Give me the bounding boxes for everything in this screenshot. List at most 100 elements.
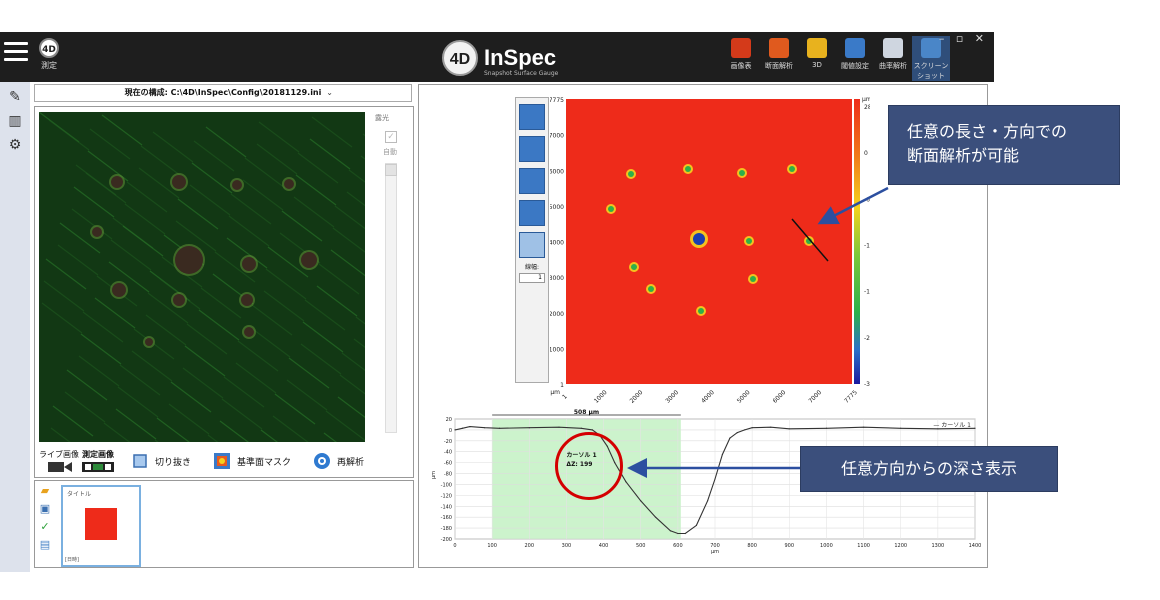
x-tick-label: 300 [562,543,572,549]
y-tick-label: -160 [441,515,452,521]
callout1-line2: 断面解析が可能 [907,146,1020,165]
y-tick-label: -80 [444,472,452,478]
reanalyze-button[interactable]: 再解析 [313,452,364,470]
y-tick-label: 1000 [550,346,564,353]
line-width-label: 線幅: [524,264,540,271]
live-image-button[interactable]: ライブ画像 [39,450,79,473]
window-controls[interactable]: – ▫ ✕ [939,32,988,45]
profile-data-point [654,516,657,518]
profile-data-point [625,481,627,483]
profile-data-point [677,532,679,535]
slider-thumb[interactable] [385,164,397,176]
y-tick-label: 4000 [550,240,564,247]
profile-data-point [788,428,790,430]
colorbar-tick-label: -60 [864,196,870,203]
hamburger-menu-icon[interactable] [4,42,28,64]
horizontal-line-tool-icon[interactable] [519,168,545,194]
camera-pit-core [232,180,242,190]
height-map-pit-core [631,264,637,270]
app-window: { "app": { "logo_badge": "4D", "logo_nam… [0,0,1160,600]
config-selector[interactable]: 現在の構成: C:\4D\InSpec\Config\20181129.ini … [34,84,412,102]
x-tick-label: 1200 [894,543,907,549]
colorbar-unit: μm [862,96,870,103]
profile-data-point [770,426,772,428]
profile-data-point [591,429,594,431]
measure-button[interactable]: 4D 測定 [36,38,62,71]
exposure-slider[interactable] [385,163,397,433]
profile-data-point [714,478,716,480]
x-tick-label: 6000 [772,389,788,405]
exposure-label: 露光 [375,114,389,122]
colorbar-tick-label: -240 [864,335,870,342]
profile-data-point [744,429,746,431]
save-icon[interactable]: ▣ [39,503,51,515]
pen-icon[interactable]: ✎ [5,88,25,106]
profile-data-point [469,426,471,428]
angled-line-tool-icon[interactable] [519,136,545,162]
logo-badge: 4D [442,40,478,76]
gear-icon[interactable]: ⚙ [5,136,25,154]
chevron-down-icon[interactable]: ⌄ [326,85,333,101]
camera-pit-core [112,283,126,297]
profile-tool-palette: 線幅: 1 [515,97,549,383]
profile-data-point [640,500,642,502]
camera-pit-core [242,257,256,271]
colorbar-tick-label: -120 [864,243,870,250]
x-tick-label: 800 [747,543,757,549]
cursor-highlight-circle [555,432,623,500]
measurement-thumbnail[interactable]: タイトル [日時] [61,485,141,567]
open-folder-icon[interactable]: ▰ [39,485,51,497]
x-unit-label: μm [550,389,560,396]
colorbar-tick-label: 0 [864,150,868,157]
check-icon[interactable]: ✓ [39,521,51,533]
profile-data-point [729,437,731,439]
thumbnail-image [85,508,117,540]
reference-mask-button[interactable]: 基準面マスク [213,452,291,470]
x-tick-label: 1000 [820,543,833,549]
profile-data-point [900,427,902,429]
profile-data-point [974,427,976,429]
profile-data-point [580,427,582,429]
x-tick-label: 2000 [629,389,645,405]
toolbar-label: 断面解析 [765,62,793,70]
live-image-label: ライブ画像 [39,449,79,459]
diagonal-line-tool-icon[interactable] [519,200,545,226]
crop-label: 切り抜き [155,457,192,468]
bar-chart-icon[interactable]: ▥ [5,112,25,130]
trash-icon[interactable]: ▤ [39,539,51,551]
y-tick-label: -60 [444,461,452,467]
height-map-pit-core [789,166,795,172]
line-width-spinner[interactable]: 1 [519,273,545,283]
y-tick-label: -40 [444,450,452,456]
x-tick-label: 1 [561,393,569,401]
toolbar-button-threshold[interactable]: 閾値設定 [836,36,874,81]
x-tick-label: 100 [487,543,497,549]
toolbar-label: 3D [812,61,822,69]
toolbar-button-heatmap[interactable]: 画像表 [722,36,760,81]
camera-pit-core [284,179,294,189]
toolbar-button-curvature[interactable]: 曲率解析 [874,36,912,81]
vertical-line-tool-icon[interactable] [519,104,545,130]
height-map-pit-core [698,308,704,314]
x-tick-label: 3000 [664,389,680,405]
toolbar-label: 画像表 [730,62,752,70]
legend-entry: — カーソル 1 [933,422,971,429]
x-axis-label: μm [711,549,719,555]
free-line-tool-icon[interactable] [519,232,545,258]
profile-data-point [825,427,828,429]
y-tick-label: -120 [441,493,452,499]
measure-label: 測定 [41,61,57,70]
y-tick-label: -200 [441,537,452,543]
x-tick-label: 900 [785,543,795,549]
toolbar-label: 曲率解析 [879,62,907,70]
exposure-control: 露光 ✓ 自動 [375,113,409,439]
auto-exposure-checkbox[interactable]: ✓ [385,131,397,143]
curvature-icon [883,38,903,58]
crop-button[interactable]: 切り抜き [131,452,191,470]
file-panel: ▰ ▣ ✓ ▤ タイトル [日時] [34,480,414,568]
colorbar-tick-label: -313 [864,381,870,388]
toolbar-button-profile[interactable]: 断面解析 [760,36,798,81]
toolbar-button-3d[interactable]: 3D [798,36,836,81]
height-map-pit-core [628,171,634,177]
measure-image-button[interactable]: 測定画像 [81,450,115,473]
